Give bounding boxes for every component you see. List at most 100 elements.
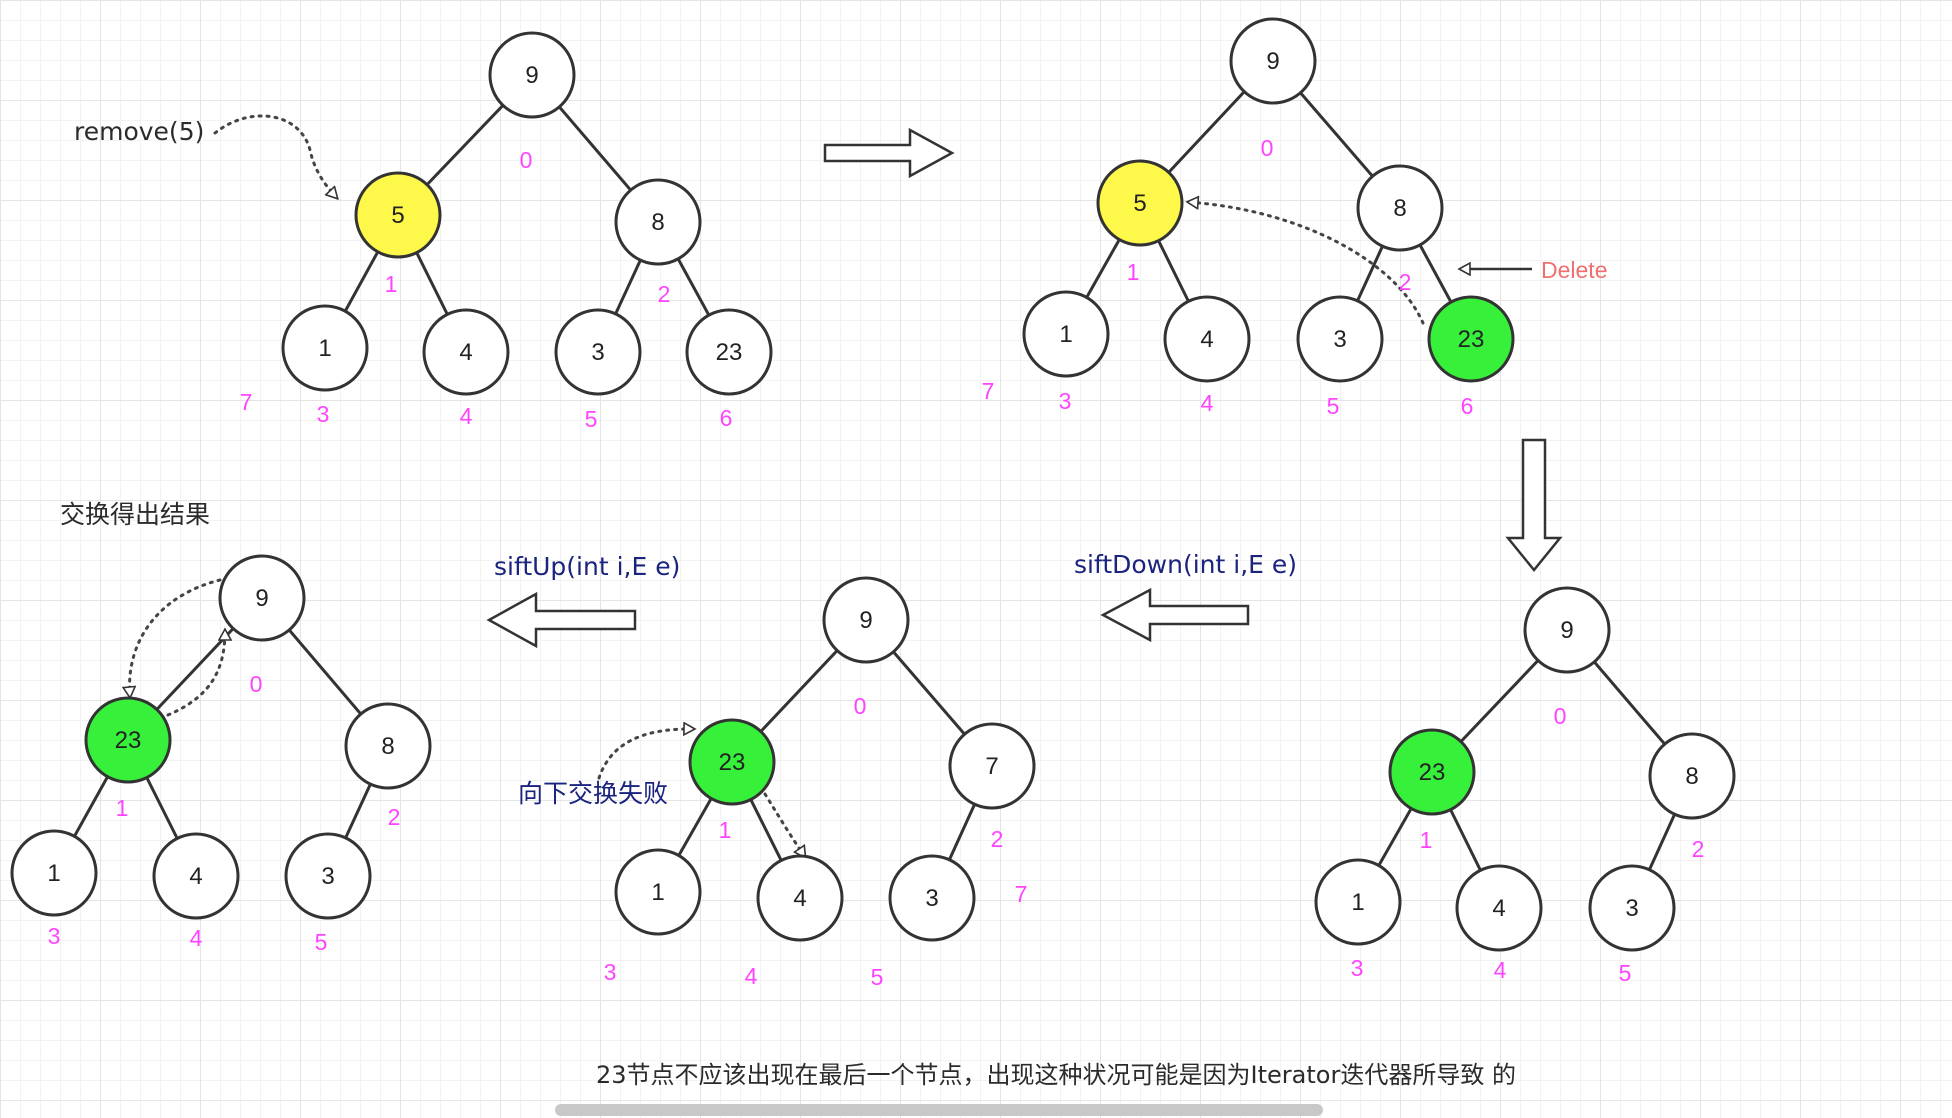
node-index-5: 5 [585,406,598,432]
swap-fail-label: 向下交换失败 [518,779,668,808]
node-value: 9 [1560,617,1573,644]
node-value: 23 [716,339,743,366]
heap-node-8: 8 [344,702,432,790]
node-value: 1 [651,879,664,906]
heap-node-3: 3 [554,308,642,396]
node-index-3: 3 [317,401,330,427]
heap-node-4: 4 [1163,295,1251,383]
remove-pointer-arrow [213,114,337,198]
heap-node-5: 5 [354,171,442,259]
sift-down-attempt-arrow [763,792,805,857]
node-index-3: 3 [1351,955,1364,981]
sift-down-label: siftDown(int i,E e) [1074,550,1297,579]
node-value: 23 [719,749,746,776]
heap-node-23: 23 [84,696,172,784]
node-value: 8 [1685,763,1698,790]
node-index-1: 1 [1127,259,1140,285]
node-index-0: 0 [520,147,533,173]
node-value: 8 [1393,195,1406,222]
heap-removal-diagram: 95 81 4 3 2395 81 4 3 23923 81 4 3923 71 4 3923 81 4 3 01… [10,17,1736,1089]
arrow-down-icon [1505,438,1563,572]
heap-node-1: 1 [1022,290,1110,378]
node-value: 7 [985,753,998,780]
node-value: 1 [1351,889,1364,916]
node-value: 9 [859,607,872,634]
node-value: 3 [1625,895,1638,922]
node-value: 5 [1133,190,1146,217]
node-value: 8 [381,733,394,760]
node-index-5: 5 [1619,960,1632,986]
heap-node-23: 23 [685,308,773,396]
heap-node-9: 9 [1229,17,1317,105]
heap-node-8: 8 [1648,732,1736,820]
node-index-2: 2 [991,826,1004,852]
node-value: 1 [318,335,331,362]
node-index-4: 4 [190,925,203,951]
delete-label: Delete [1541,257,1607,283]
swap-fail-pointer-arrow [597,729,694,780]
node-value: 9 [255,585,268,612]
node-index-5: 5 [1327,393,1340,419]
heap-node-3: 3 [284,832,372,920]
node-value: 3 [925,885,938,912]
next-index-7: 7 [1015,881,1028,907]
node-index-4: 4 [1494,957,1507,983]
arrow-left-icon [486,591,637,649]
node-value: 4 [1492,895,1505,922]
arrow-right-icon [823,127,955,179]
node-value: 1 [47,860,60,887]
heap-node-23: 23 [688,718,776,806]
heap-node-7: 7 [948,722,1036,810]
heap-node-4: 4 [756,854,844,942]
node-value: 4 [1200,326,1213,353]
node-index-2: 2 [1692,836,1705,862]
node-index-4: 4 [460,403,473,429]
node-value: 3 [591,339,604,366]
footer-note: 23节点不应该出现在最后一个节点，出现这种状况可能是因为Iterator迭代器所… [596,1061,1516,1089]
node-value: 4 [189,863,202,890]
node-value: 5 [391,202,404,229]
node-index-6: 6 [720,405,733,431]
node-index-1: 1 [1420,827,1433,853]
heap-node-23: 23 [1388,728,1476,816]
heap-node-4: 4 [1455,864,1543,952]
node-index-2: 2 [1399,269,1412,295]
node-value: 3 [1333,326,1346,353]
heap-node-23: 23 [1427,295,1515,383]
node-value: 23 [1419,759,1446,786]
node-index-5: 5 [315,929,328,955]
node-value: 9 [1266,48,1279,75]
node-index-3: 3 [604,959,617,985]
dotted-connectors [130,114,1425,857]
heap-node-8: 8 [614,178,702,266]
heap-node-3: 3 [888,854,976,942]
result-heading: 交换得出结果 [60,500,210,529]
node-index-4: 4 [1201,390,1214,416]
heap-node-4: 4 [152,832,240,920]
heap-node-1: 1 [614,848,702,936]
heap-node-1: 1 [281,304,369,392]
heap-node-5: 5 [1096,159,1184,247]
node-index-0: 0 [1554,703,1567,729]
node-index-4: 4 [745,963,758,989]
node-index-3: 3 [1059,388,1072,414]
node-value: 9 [525,62,538,89]
heap-node-1: 1 [10,829,98,917]
arrow-left-icon [1100,587,1250,643]
sift-up-arrow-up [166,630,225,717]
node-index-2: 2 [658,281,671,307]
heap-node-3: 3 [1296,295,1384,383]
node-value: 4 [459,339,472,366]
node-index-0: 0 [250,671,263,697]
node-index-6: 6 [1461,393,1474,419]
heap-node-9: 9 [488,31,576,119]
node-index-0: 0 [1261,135,1274,161]
node-index-1: 1 [116,795,129,821]
heap-node-9: 9 [1523,586,1611,674]
node-index-0: 0 [854,693,867,719]
heap-node-3: 3 [1588,864,1676,952]
node-index-3: 3 [48,923,61,949]
heap-node-4: 4 [422,308,510,396]
horizontal-scrollbar[interactable] [555,1104,1323,1116]
heap-node-9: 9 [822,576,910,664]
